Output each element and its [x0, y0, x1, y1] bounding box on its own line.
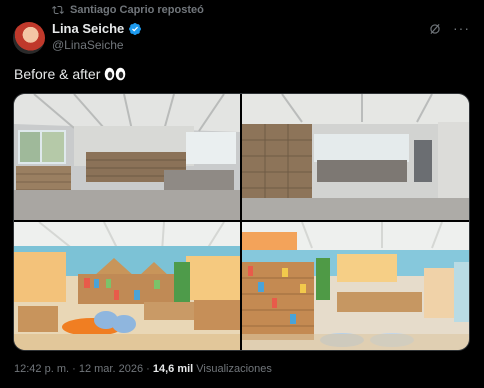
- classroom-before-image-2[interactable]: [242, 94, 469, 220]
- more-options-icon[interactable]: ···: [453, 20, 470, 36]
- views-label: Visualizaciones: [196, 363, 272, 375]
- repost-indicator: Santiago Caprio reposteó: [52, 4, 204, 16]
- avatar[interactable]: [13, 22, 45, 54]
- classroom-after-image-2[interactable]: [242, 222, 469, 350]
- repost-text[interactable]: Santiago Caprio reposteó: [70, 4, 204, 16]
- post-container: Santiago Caprio reposteó Lina Seiche @Li…: [0, 0, 484, 388]
- post-footer: 12:42 p. m. · 12 mar. 2026 · 14,6 mil Vi…: [14, 363, 272, 375]
- post-date[interactable]: 12 mar. 2026: [79, 363, 143, 375]
- author-handle[interactable]: @LinaSeiche: [52, 38, 124, 52]
- classroom-before-image-1[interactable]: [14, 94, 240, 220]
- verified-badge-icon: [129, 22, 142, 35]
- grok-icon[interactable]: [428, 22, 442, 36]
- footer-separator: ·: [146, 363, 150, 375]
- post-time[interactable]: 12:42 p. m.: [14, 363, 69, 375]
- media-grid: [13, 93, 470, 351]
- classroom-after-image-1[interactable]: [14, 222, 240, 350]
- footer-separator: ·: [72, 363, 76, 375]
- views-count: 14,6 mil: [152, 363, 194, 375]
- post-text-row: Before & after: [14, 66, 126, 82]
- post-text: Before & after: [14, 66, 101, 82]
- repost-icon: [52, 5, 64, 15]
- eyes-emoji-icon: [104, 67, 126, 81]
- author-name-row: Lina Seiche: [52, 21, 142, 36]
- author-name[interactable]: Lina Seiche: [52, 21, 124, 36]
